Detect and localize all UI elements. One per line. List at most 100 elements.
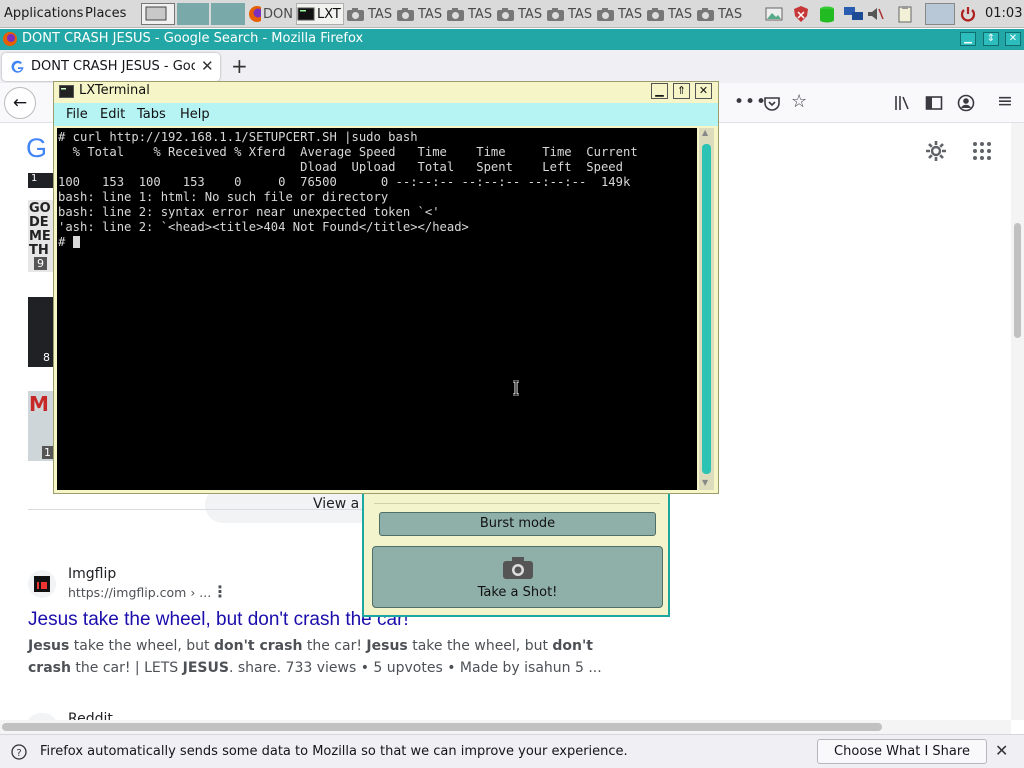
task-screenshot[interactable]: TAS bbox=[696, 3, 746, 25]
terminal-icon bbox=[59, 85, 74, 98]
task-lxterminal[interactable]: LXT bbox=[296, 3, 344, 25]
task-screenshot[interactable]: TAS bbox=[396, 3, 444, 25]
camera-icon bbox=[697, 8, 714, 21]
notification-close-icon[interactable]: ✕ bbox=[995, 741, 1008, 760]
power-icon[interactable] bbox=[959, 5, 977, 23]
thumbnail[interactable]: 1 bbox=[28, 173, 56, 188]
close-button[interactable]: ✕ bbox=[695, 83, 712, 99]
shield-icon[interactable] bbox=[792, 5, 810, 23]
choose-what-i-share-button[interactable]: Choose What I Share bbox=[817, 739, 987, 764]
bookmark-star-icon[interactable]: ☆ bbox=[791, 91, 807, 112]
terminal-line: bash: line 2: syntax error near unexpect… bbox=[58, 205, 440, 219]
result-site-name[interactable]: Imgflip bbox=[68, 566, 116, 582]
maximize-button[interactable]: ⇑ bbox=[673, 83, 690, 99]
snippet-text: the car! | LETS bbox=[70, 660, 183, 676]
result-snippet: crash the car! | LETS JESUS. share. 733 … bbox=[28, 660, 602, 676]
camera-icon bbox=[397, 8, 414, 21]
svg-text:?: ? bbox=[16, 748, 21, 759]
terminal-line: Dload Upload Total Spent Left Speed bbox=[58, 160, 623, 174]
settings-gear-icon[interactable] bbox=[924, 139, 948, 163]
task-screenshot[interactable]: TAS bbox=[496, 3, 544, 25]
volume-icon[interactable] bbox=[866, 5, 884, 23]
notification-text: Firefox automatically sends some data to… bbox=[40, 744, 628, 759]
lxterminal-window: LXTerminal ▁ ⇑ ✕ File Edit Tabs Help # c… bbox=[53, 81, 719, 494]
pocket-icon[interactable] bbox=[763, 95, 781, 113]
task-screenshot[interactable]: TAS bbox=[596, 3, 644, 25]
scrollbar-thumb[interactable] bbox=[702, 144, 711, 474]
scrollbar-thumb[interactable] bbox=[1014, 223, 1021, 338]
task-firefox[interactable]: DON bbox=[248, 3, 293, 25]
thumbnail[interactable]: GO DE ME TH 9 bbox=[28, 200, 56, 272]
scroll-down-icon[interactable]: ▼ bbox=[702, 478, 708, 487]
image-viewer-icon[interactable] bbox=[765, 5, 783, 23]
task-screenshot[interactable]: TAS bbox=[646, 3, 694, 25]
google-favicon-icon bbox=[11, 60, 24, 73]
task-label: TAS bbox=[568, 6, 593, 22]
sidebar-icon[interactable] bbox=[925, 94, 943, 112]
network-icon[interactable] bbox=[843, 5, 865, 23]
firefox-icon bbox=[3, 32, 17, 46]
account-icon[interactable] bbox=[957, 94, 975, 112]
snippet-highlight: Jesus bbox=[28, 638, 70, 654]
new-tab-button[interactable]: + bbox=[231, 54, 248, 78]
maximize-button[interactable]: ⇕ bbox=[983, 32, 999, 46]
back-button[interactable]: ← bbox=[4, 87, 36, 119]
apps-grid-icon[interactable] bbox=[972, 141, 992, 161]
thumbnail-count: 8 bbox=[43, 351, 50, 364]
places-menu[interactable]: Places bbox=[85, 6, 126, 21]
clock[interactable]: 01:03 bbox=[985, 6, 1022, 21]
google-logo[interactable]: G bbox=[26, 133, 47, 164]
menu-tabs[interactable]: Tabs bbox=[137, 107, 166, 122]
tab-close-icon[interactable]: ✕ bbox=[201, 57, 214, 75]
database-icon[interactable] bbox=[818, 5, 836, 23]
scroll-up-icon[interactable]: ▲ bbox=[702, 128, 708, 137]
thumbnail[interactable]: 8 bbox=[28, 297, 56, 367]
cpu-monitor[interactable] bbox=[925, 3, 955, 25]
clipboard-icon[interactable] bbox=[896, 5, 914, 23]
more-options-icon[interactable]: ⋮ bbox=[212, 582, 228, 601]
snippet-highlight: Jesus bbox=[366, 638, 408, 654]
terminal-scrollbar[interactable]: ▲ ▼ bbox=[699, 128, 714, 490]
menu-hamburger-icon[interactable]: ≡ bbox=[997, 90, 1013, 112]
task-screenshot[interactable]: TAS bbox=[446, 3, 494, 25]
menu-help[interactable]: Help bbox=[180, 107, 210, 122]
thumbnail-text: M bbox=[29, 392, 49, 416]
result-url[interactable]: https://imgflip.com › ... bbox=[68, 585, 211, 600]
scrollbar-thumb[interactable] bbox=[2, 723, 882, 731]
camera-icon bbox=[497, 8, 514, 21]
workspace-3[interactable] bbox=[211, 3, 245, 25]
thumbnail-count: 1 bbox=[31, 173, 38, 184]
library-icon[interactable] bbox=[893, 94, 911, 112]
minimize-button[interactable]: ▁ bbox=[651, 83, 668, 99]
workspace-2[interactable] bbox=[177, 3, 209, 25]
window-thumbnail-icon bbox=[145, 6, 167, 21]
firefox-icon bbox=[249, 6, 262, 22]
camera-icon bbox=[597, 8, 614, 21]
burst-mode-button[interactable]: Burst mode bbox=[379, 512, 656, 536]
firefox-titlebar[interactable]: DONT CRASH JESUS - Google Search - Mozil… bbox=[0, 29, 1024, 50]
minimize-button[interactable]: ▁ bbox=[960, 32, 976, 46]
menu-edit[interactable]: Edit bbox=[100, 107, 125, 122]
applications-menu[interactable]: Applications bbox=[4, 6, 83, 21]
result-site-name[interactable]: Reddit bbox=[68, 711, 113, 720]
task-label: LXT bbox=[317, 6, 341, 22]
result-title-link[interactable]: Jesus take the wheel, but don't crash th… bbox=[28, 609, 409, 631]
button-label: Burst mode bbox=[479, 516, 556, 531]
workspace-1[interactable] bbox=[141, 3, 175, 25]
snippet-highlight: JESUS bbox=[182, 660, 229, 676]
tab-google-search[interactable]: DONT CRASH JESUS - Goo ✕ bbox=[2, 53, 220, 81]
task-screenshot[interactable]: TAS bbox=[346, 3, 394, 25]
close-button[interactable]: ✕ bbox=[1005, 32, 1021, 46]
terminal-titlebar[interactable]: LXTerminal ▁ ⇑ ✕ bbox=[54, 82, 718, 102]
task-label: TAS bbox=[468, 6, 493, 22]
horizontal-scrollbar[interactable] bbox=[0, 720, 1011, 734]
screenshot-tool-window: Burst mode Take a Shot! bbox=[362, 478, 670, 617]
top-panel: Applications Places DON LXT TAS TAS TAS … bbox=[0, 0, 1024, 28]
thumbnail-count: 9 bbox=[34, 257, 47, 270]
vertical-scrollbar[interactable] bbox=[1011, 123, 1024, 720]
terminal-output[interactable]: # curl http://192.168.1.1/SETUPCERT.SH |… bbox=[57, 128, 697, 490]
thumbnail[interactable]: M 1 bbox=[28, 391, 56, 461]
task-screenshot[interactable]: TAS bbox=[546, 3, 594, 25]
take-a-shot-button[interactable]: Take a Shot! bbox=[372, 546, 663, 608]
menu-file[interactable]: File bbox=[66, 107, 88, 122]
